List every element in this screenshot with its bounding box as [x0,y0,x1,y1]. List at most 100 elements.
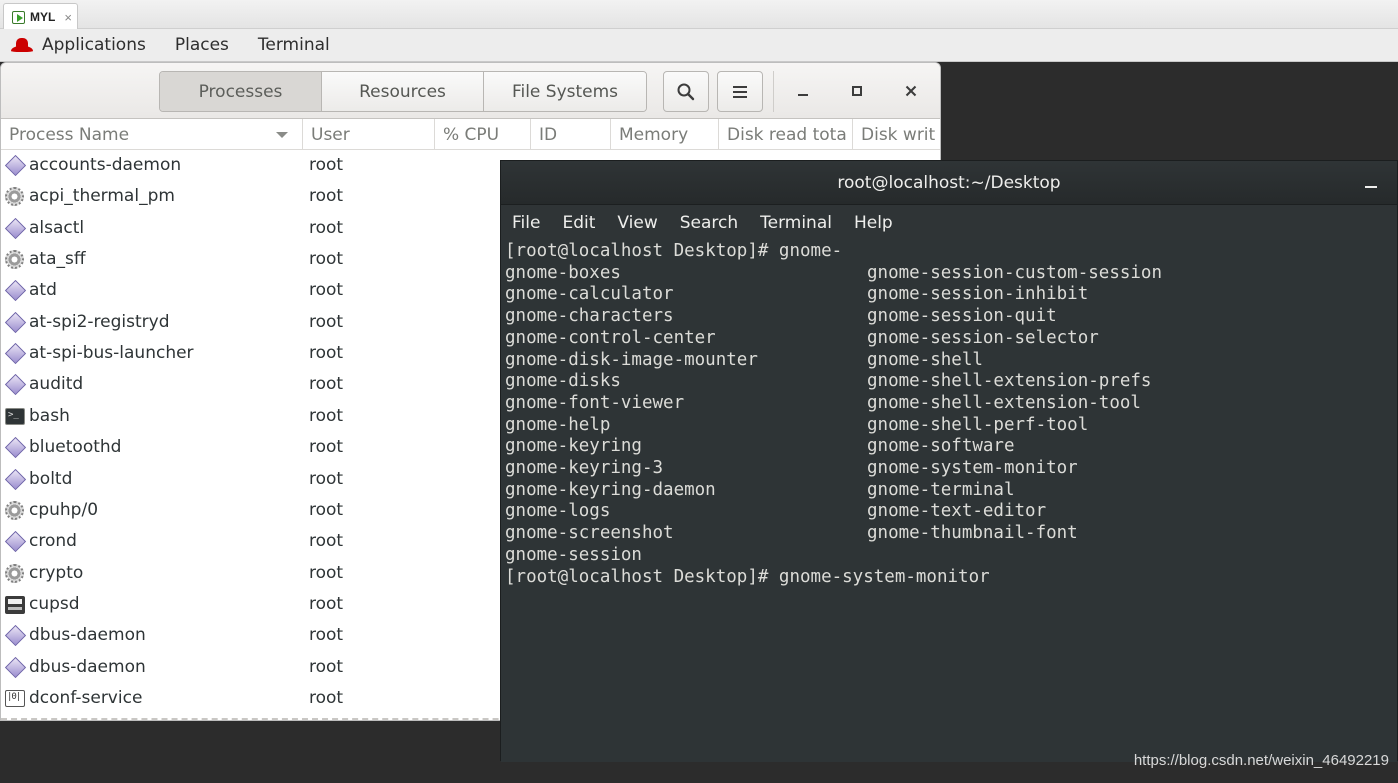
process-diamond-icon [5,439,25,457]
process-name: dbus-daemon [29,625,146,646]
process-name: boltd [29,468,73,489]
header-separator [773,71,774,112]
process-user: root [309,343,344,364]
process-user: root [309,311,344,332]
process-user: root [309,562,344,583]
completion-item: gnome-system-monitor [867,458,1078,478]
column-label: Disk writ [861,124,936,145]
process-user: root [309,625,344,646]
process-name: crypto [29,562,84,583]
process-user: root [309,593,344,614]
tab-processes[interactable]: Processes [160,72,322,111]
process-diamond-icon [5,471,25,489]
completion-item: gnome-software [867,436,1015,457]
process-diamond-icon [5,157,25,175]
completion-item: gnome-session-selector [867,327,1099,348]
process-name: alsactl [29,217,85,238]
process-gear-icon [5,563,24,583]
places-menu[interactable]: Places [175,35,229,55]
close-button[interactable] [897,77,925,105]
completion-item: gnome-shell [867,349,983,370]
minimize-button[interactable] [789,77,817,105]
gnome-top-bar: Applications Places Terminal [0,29,1398,62]
process-diamond-icon [5,627,25,645]
column-memory[interactable]: Memory [611,119,719,150]
process-diamond-icon [5,282,25,300]
column-process-name[interactable]: Process Name [1,119,303,150]
process-name: acpi_thermal_pm [29,186,175,207]
column-cpu[interactable]: % CPU [435,119,531,150]
process-gear-icon [5,187,24,207]
menu-help[interactable]: Help [854,213,893,233]
completion-item: gnome-screenshot [505,523,674,544]
column-disk-write[interactable]: Disk writ [853,119,940,150]
menu-view[interactable]: View [617,213,657,233]
column-label: User [311,124,350,145]
menu-terminal[interactable]: Terminal [760,213,832,233]
redhat-icon [11,38,33,52]
process-diamond-icon [5,345,25,363]
completion-item: gnome-terminal [867,479,1015,500]
prompt-line: [root@localhost Desktop]# gnome- [505,241,843,261]
process-diamond-icon [5,376,25,394]
column-label: % CPU [443,124,500,145]
process-name: accounts-daemon [29,155,182,175]
process-user: root [309,531,344,552]
minimize-icon[interactable] [1365,186,1377,188]
completion-item: gnome-boxes [505,262,621,283]
menu-edit[interactable]: Edit [562,213,595,233]
completion-item: gnome-keyring-daemon [505,479,716,500]
tab-file-systems[interactable]: File Systems [484,72,646,111]
completion-item: gnome-session-inhibit [867,284,1089,305]
menu-button[interactable] [717,71,763,112]
terminal-titlebar[interactable]: root@localhost:~/Desktop [501,161,1397,205]
process-diamond-icon [5,533,25,551]
completion-item: gnome-calculator [505,284,674,305]
column-id[interactable]: ID [531,119,611,150]
vm-tab-strip: MYL × [0,0,1398,30]
completion-item: gnome-keyring-3 [505,458,664,478]
column-label: ID [539,124,558,145]
maximize-button[interactable] [843,77,871,105]
terminal-app-menu[interactable]: Terminal [258,35,330,55]
completion-item: gnome-keyring [505,436,642,457]
close-icon[interactable]: × [64,10,72,25]
completion-item: gnome-control-center [505,327,716,348]
tab-resources[interactable]: Resources [322,72,484,111]
process-name: at-spi2-registryd [29,311,170,332]
vm-tab-label: MYL [30,10,56,24]
completion-item: gnome-font-viewer [505,392,685,413]
completion-item: gnome-characters [505,306,674,327]
completion-item: gnome-disk-image-mounter [505,349,758,370]
process-dconf-icon [5,689,25,707]
process-table-header: Process Name User % CPU ID Memory Disk r… [1,119,940,150]
completion-item: gnome-logs [505,501,611,522]
process-name: atd [29,280,57,301]
process-diamond-icon [5,659,25,677]
process-name: ata_sff [29,249,86,270]
process-name: dconf-service [29,687,143,708]
process-name: cpuhp/0 [29,499,99,520]
maximize-icon [852,86,862,96]
watermark-url: https://blog.csdn.net/weixin_46492219 [1133,752,1389,769]
column-label: Memory [619,124,689,145]
menu-search[interactable]: Search [680,213,738,233]
completion-item: gnome-disks [505,371,621,392]
prompt-line: [root@localhost Desktop]# gnome-system-m… [505,566,990,587]
search-button[interactable] [663,71,709,112]
view-switcher: Processes Resources File Systems [159,71,647,112]
terminal-output[interactable]: [root@localhost Desktop]# gnome- gnome-b… [501,240,1397,762]
process-name: bluetoothd [29,437,122,458]
search-icon [677,83,695,100]
column-disk-read[interactable]: Disk read tota [719,119,853,150]
applications-menu[interactable]: Applications [42,35,146,55]
vm-tab-myl[interactable]: MYL × [3,3,78,30]
column-user[interactable]: User [303,119,435,150]
menu-file[interactable]: File [512,213,540,233]
process-user: root [309,468,344,489]
process-gear-icon [5,500,24,520]
process-term-icon [5,407,25,425]
completion-item: gnome-shell-extension-prefs [867,371,1152,392]
sort-arrow-icon [276,132,288,138]
completion-item: gnome-shell-perf-tool [867,414,1089,435]
